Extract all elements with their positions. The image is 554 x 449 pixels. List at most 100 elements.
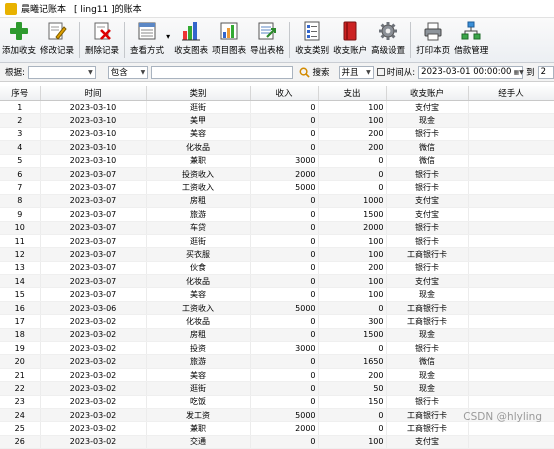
table-row[interactable]: 11 2023-03-07 逛街 0 100 银行卡: [0, 234, 554, 249]
table-row[interactable]: 25 2023-03-02 兼职 2000 0 工商银行卡: [0, 421, 554, 436]
toolbar-button-loan-network[interactable]: 借款管理: [454, 20, 488, 56]
table-row[interactable]: 19 2023-03-02 投资 3000 0 银行卡: [0, 341, 554, 356]
handler-cell: [468, 314, 554, 329]
row-number-cell: 3: [0, 127, 41, 142]
handler-cell: [468, 287, 554, 302]
table-row[interactable]: 6 2023-03-07 投资收入 2000 0 银行卡: [0, 167, 554, 182]
table-row[interactable]: 15 2023-03-07 美容 0 100 现金: [0, 287, 554, 302]
payment-account-cell: 微信: [386, 140, 469, 155]
table-row[interactable]: 26 2023-03-02 交通 0 100 支付宝: [0, 435, 554, 449]
income-amount-cell: 0: [250, 354, 319, 369]
record-category-cell: 房租: [146, 194, 251, 209]
handler-cell: [468, 341, 554, 356]
row-number-cell: 13: [0, 261, 41, 276]
row-number-cell: 9: [0, 207, 41, 222]
table-row[interactable]: 12 2023-03-07 买衣服 0 100 工商银行卡: [0, 247, 554, 262]
toolbar-button-delete[interactable]: 删除记录: [85, 20, 119, 56]
column-header[interactable]: 经手人: [468, 86, 554, 101]
table-row[interactable]: 9 2023-03-07 旅游 0 1500 支付宝: [0, 207, 554, 222]
table-row[interactable]: 1 2023-03-10 逛街 0 100 支付宝: [0, 100, 554, 115]
toolbar-button-account-book[interactable]: 收支账户: [333, 20, 367, 56]
search-button[interactable]: 搜索: [299, 66, 333, 78]
table-row[interactable]: 2 2023-03-10 美甲 0 100 现金: [0, 113, 554, 128]
table-row[interactable]: 22 2023-03-02 逛街 0 50 现金: [0, 381, 554, 396]
toolbar-button-gear[interactable]: 高级设置: [371, 20, 405, 56]
row-number-cell: 23: [0, 395, 41, 409]
table-row[interactable]: 8 2023-03-07 房租 0 1000 支付宝: [0, 194, 554, 209]
table-row[interactable]: 18 2023-03-02 房租 0 1500 现金: [0, 328, 554, 343]
filter-operator-select[interactable]: 包含 ▼: [107, 65, 149, 79]
table-row[interactable]: 23 2023-03-02 吃饭 0 150 银行卡: [0, 395, 554, 409]
expense-amount-cell: 1500: [318, 328, 387, 343]
table-row[interactable]: 10 2023-03-07 车贷 0 2000 银行卡: [0, 221, 554, 235]
table-row[interactable]: 20 2023-03-02 旅游 0 1650 微信: [0, 354, 554, 369]
payment-account-cell: 工商银行卡: [386, 408, 469, 423]
toolbar-separator: [124, 22, 126, 58]
checkbox-icon[interactable]: [376, 68, 385, 76]
record-category-cell: 逛街: [146, 100, 251, 115]
expense-amount-cell: 100: [318, 287, 387, 302]
income-amount-cell: 0: [250, 435, 319, 449]
toolbar-button-label: 项目图表: [212, 46, 247, 56]
table-row[interactable]: 3 2023-03-10 美容 0 200 银行卡: [0, 127, 554, 142]
record-date-cell: 2023-03-07: [40, 207, 147, 222]
handler-cell: [468, 247, 554, 262]
table-row[interactable]: 21 2023-03-02 美容 0 200 现金: [0, 368, 554, 383]
handler-cell: [468, 328, 554, 343]
expense-amount-cell: 0: [318, 154, 387, 168]
toolbar-button-category[interactable]: 收支类别: [295, 20, 329, 56]
filter-field-select[interactable]: ▼: [27, 65, 96, 79]
payment-account-cell: 支付宝: [386, 194, 469, 209]
record-category-cell: 投资: [146, 341, 251, 356]
record-category-cell: 投资收入: [146, 167, 251, 182]
handler-cell: [468, 100, 554, 115]
toolbar-button-label: 打印本页: [416, 46, 451, 56]
table-row[interactable]: 5 2023-03-10 兼职 3000 0 微信: [0, 154, 554, 168]
table-row[interactable]: 4 2023-03-10 化妆品 0 200 微信: [0, 140, 554, 155]
table-row[interactable]: 16 2023-03-06 工资收入 5000 0 工商银行卡: [0, 301, 554, 316]
toolbar-button-bar-chart[interactable]: 收支图表: [174, 20, 208, 56]
payment-account-cell: 支付宝: [386, 100, 469, 115]
table-row[interactable]: 14 2023-03-07 化妆品 0 100 支付宝: [0, 274, 554, 289]
table-row[interactable]: 13 2023-03-07 伙食 0 200 银行卡: [0, 261, 554, 276]
toolbar-button-export[interactable]: 导出表格: [250, 20, 284, 56]
time-to-picker[interactable]: 2: [537, 65, 554, 79]
toolbar-button-printer[interactable]: 打印本页: [416, 20, 450, 56]
toolbar-button-label: 添加收支: [2, 46, 37, 56]
income-amount-cell: 0: [250, 287, 319, 302]
column-header[interactable]: 时间: [40, 86, 147, 101]
view-mode-dropdown-icon[interactable]: ▾: [166, 32, 170, 41]
handler-cell: [468, 354, 554, 369]
income-amount-cell: 0: [250, 314, 319, 329]
toolbar-button-project-chart[interactable]: 项目图表: [212, 20, 246, 56]
toolbar-button-edit[interactable]: 修改记录: [40, 20, 74, 56]
column-header[interactable]: 序号: [0, 86, 41, 101]
add-icon: [8, 20, 30, 42]
chevron-down-icon: ▼: [140, 68, 146, 76]
table-row[interactable]: 7 2023-03-07 工资收入 5000 0 银行卡: [0, 180, 554, 195]
payment-account-cell: 现金: [386, 328, 469, 343]
toolbar-button-view-mode[interactable]: 查看方式: [130, 20, 164, 56]
handler-cell: [468, 221, 554, 235]
payment-account-cell: 银行卡: [386, 395, 469, 409]
income-amount-cell: 5000: [250, 301, 319, 316]
toolbar-button-add[interactable]: 添加收支: [2, 20, 36, 56]
handler-cell: [468, 180, 554, 195]
payment-account-cell: 银行卡: [386, 261, 469, 276]
record-category-cell: 化妆品: [146, 140, 251, 155]
column-header[interactable]: 支出: [318, 86, 387, 101]
record-category-cell: 伙食: [146, 261, 251, 276]
column-header[interactable]: 类别: [146, 86, 251, 101]
payment-account-cell: 工商银行卡: [386, 421, 469, 436]
export-icon: [256, 20, 278, 42]
payment-account-cell: 银行卡: [386, 127, 469, 142]
time-from-picker[interactable]: 2023-03-01 00:00:00 ▦▼: [418, 65, 524, 79]
column-header[interactable]: 收入: [250, 86, 319, 101]
table-row[interactable]: 17 2023-03-02 化妆品 0 300 工商银行卡: [0, 314, 554, 329]
income-amount-cell: 0: [250, 395, 319, 409]
keyword-input[interactable]: [151, 65, 293, 79]
column-header[interactable]: 收支账户: [386, 86, 469, 101]
record-date-cell: 2023-03-07: [40, 234, 147, 249]
row-number-cell: 15: [0, 287, 41, 302]
logic-select[interactable]: 并且 ▼: [338, 65, 374, 79]
